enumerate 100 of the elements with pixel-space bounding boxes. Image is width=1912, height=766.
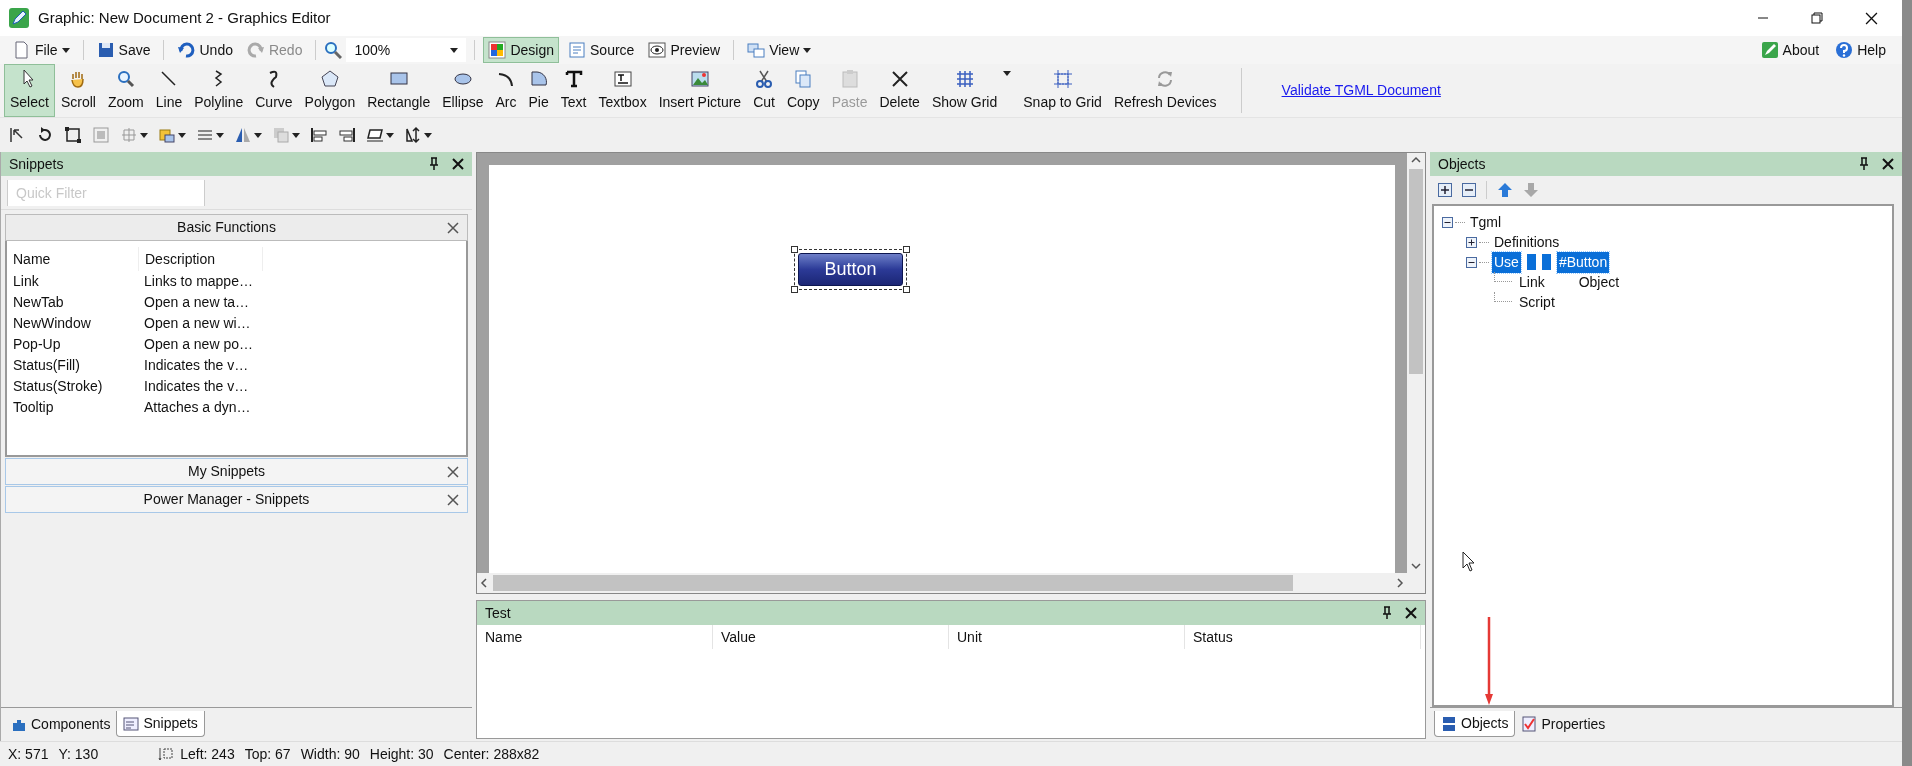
align-right-icon [338,126,356,144]
zoom-combo[interactable]: 100% [346,38,467,62]
fill-button[interactable] [158,126,186,144]
arrow-up-icon[interactable] [1497,182,1513,198]
toolbar-button[interactable]: Preview [643,37,726,63]
group-header[interactable]: Power Manager - Snippets [5,486,468,513]
canvas-button[interactable]: Button [798,253,903,286]
list-row[interactable]: Status(Stroke) Indicates the v… [13,376,460,397]
column-header[interactable]: Name [13,247,138,271]
stretch-button[interactable] [366,126,394,144]
resize-handle[interactable] [903,246,910,253]
toolbar-button[interactable]: File [8,37,75,63]
fill-icon [158,126,176,144]
tool-button[interactable]: Polygon [298,64,362,117]
close-icon[interactable] [447,465,459,478]
tool-button[interactable]: Scroll [54,64,102,117]
mouse-pointer-icon [1462,551,1476,573]
status-text: Width: 90 [300,744,360,764]
list-row[interactable]: NewTab Open a new ta… [13,292,460,313]
rotate-button[interactable] [36,126,54,144]
tool-button[interactable]: Refresh Devices [1107,64,1223,117]
status-text: Top: 67 [244,744,291,764]
close-icon[interactable] [447,493,459,506]
layer-icon [272,126,290,144]
status-text: X: 571 [8,744,49,764]
collapse-toggle-icon[interactable] [1466,256,1477,268]
validate-link[interactable]: Validate TGML Document [1281,80,1441,101]
tool-button[interactable]: Curve [249,64,299,117]
list-row[interactable]: Status(Fill) Indicates the v… [13,355,460,376]
status-text: Center: 288x82 [443,744,540,764]
tool-button[interactable]: Zoom [101,64,150,117]
tool-button[interactable]: Show Grid [925,64,1018,117]
size-button[interactable] [404,126,432,144]
resize-button[interactable] [64,126,82,144]
list-row[interactable]: Pop-Up Open a new po… [13,334,460,355]
list-row[interactable]: NewWindow Open a new wi… [13,313,460,334]
align-right-button[interactable] [338,126,356,144]
tree-node[interactable]: Link Object [1516,271,1623,293]
checked-document-icon [1521,716,1538,732]
panel-tab[interactable]: Properties [1515,711,1612,737]
toolbar-button[interactable]: Design [483,37,559,63]
collapse-all-icon[interactable] [1462,183,1476,197]
tool-button[interactable]: Ellipse [436,64,490,117]
tree-node[interactable]: Definitions [1491,231,1563,253]
panel-tab[interactable]: Components [5,711,117,737]
list-row[interactable]: Link Links to mappe… [13,271,460,292]
tool-button[interactable]: Insert Picture [652,64,748,117]
scissors-icon [754,68,775,89]
toolbar-button[interactable]: Source [563,37,640,63]
expand-toggle-icon[interactable] [1466,236,1477,248]
resize-handle[interactable] [791,286,798,293]
align-left-button[interactable] [310,126,328,144]
scroll-thumb[interactable] [1409,169,1423,374]
toolbar-button[interactable]: Help [1831,37,1890,63]
tool-button[interactable]: Copy [780,64,826,117]
scroll-thumb[interactable] [493,575,1293,591]
tool-button[interactable]: Rectangle [361,64,437,117]
tool-button[interactable]: Arc [489,64,523,117]
tool-button[interactable]: Cut [747,64,781,117]
group-header[interactable]: Basic Functions [5,214,468,241]
group-header[interactable]: My Snippets [5,458,468,485]
close-icon[interactable] [1405,607,1417,619]
collapse-toggle-icon[interactable] [1442,216,1453,228]
panel-tab[interactable]: Objects [1434,711,1516,737]
tool-button[interactable]: Select [4,64,55,117]
resize-handle[interactable] [903,286,910,293]
pin-icon[interactable] [1858,157,1870,171]
resize-handle[interactable] [791,246,798,253]
pin-icon[interactable] [428,157,440,171]
close-icon[interactable] [452,158,464,170]
tool-button[interactable]: Polyline [188,64,250,117]
tool-button[interactable]: Textbox [592,64,653,117]
caret-icon [140,132,148,138]
tool-button[interactable]: Delete [873,64,926,117]
flip-button[interactable] [234,126,262,144]
toolbar-button[interactable]: Save [91,37,156,63]
toolbar-button[interactable]: Undo [172,37,238,63]
tool-button[interactable]: Line [149,64,189,117]
horizontal-scrollbar[interactable] [477,573,1425,593]
pin-icon[interactable] [1381,606,1393,620]
toolbar-button[interactable]: View [742,37,817,63]
tree-node[interactable]: Script [1516,291,1558,313]
expand-all-icon[interactable] [1438,183,1452,197]
column-header[interactable]: Description [138,247,263,271]
selection-size-icon [158,746,175,762]
tool-button[interactable]: Snap to Grid [1017,64,1108,117]
tool-button[interactable]: Text [554,64,593,117]
vertical-scrollbar[interactable] [1407,153,1425,573]
tree-node[interactable]: Use #Button [1491,251,1611,273]
close-icon[interactable] [447,221,459,234]
eye-icon [648,41,667,59]
toolbar-button[interactable]: About [1756,37,1824,63]
panel-tab[interactable]: Snippets [116,711,205,737]
distribute-button[interactable] [120,126,148,144]
panel-title: Snippets [9,154,65,174]
tool-button[interactable]: Pie [522,64,555,117]
tree-node[interactable]: Tgml [1467,211,1505,233]
list-row[interactable]: Tooltip Attaches a dyn… [13,397,460,418]
layer-button[interactable] [272,126,300,144]
close-icon[interactable] [1882,158,1894,170]
